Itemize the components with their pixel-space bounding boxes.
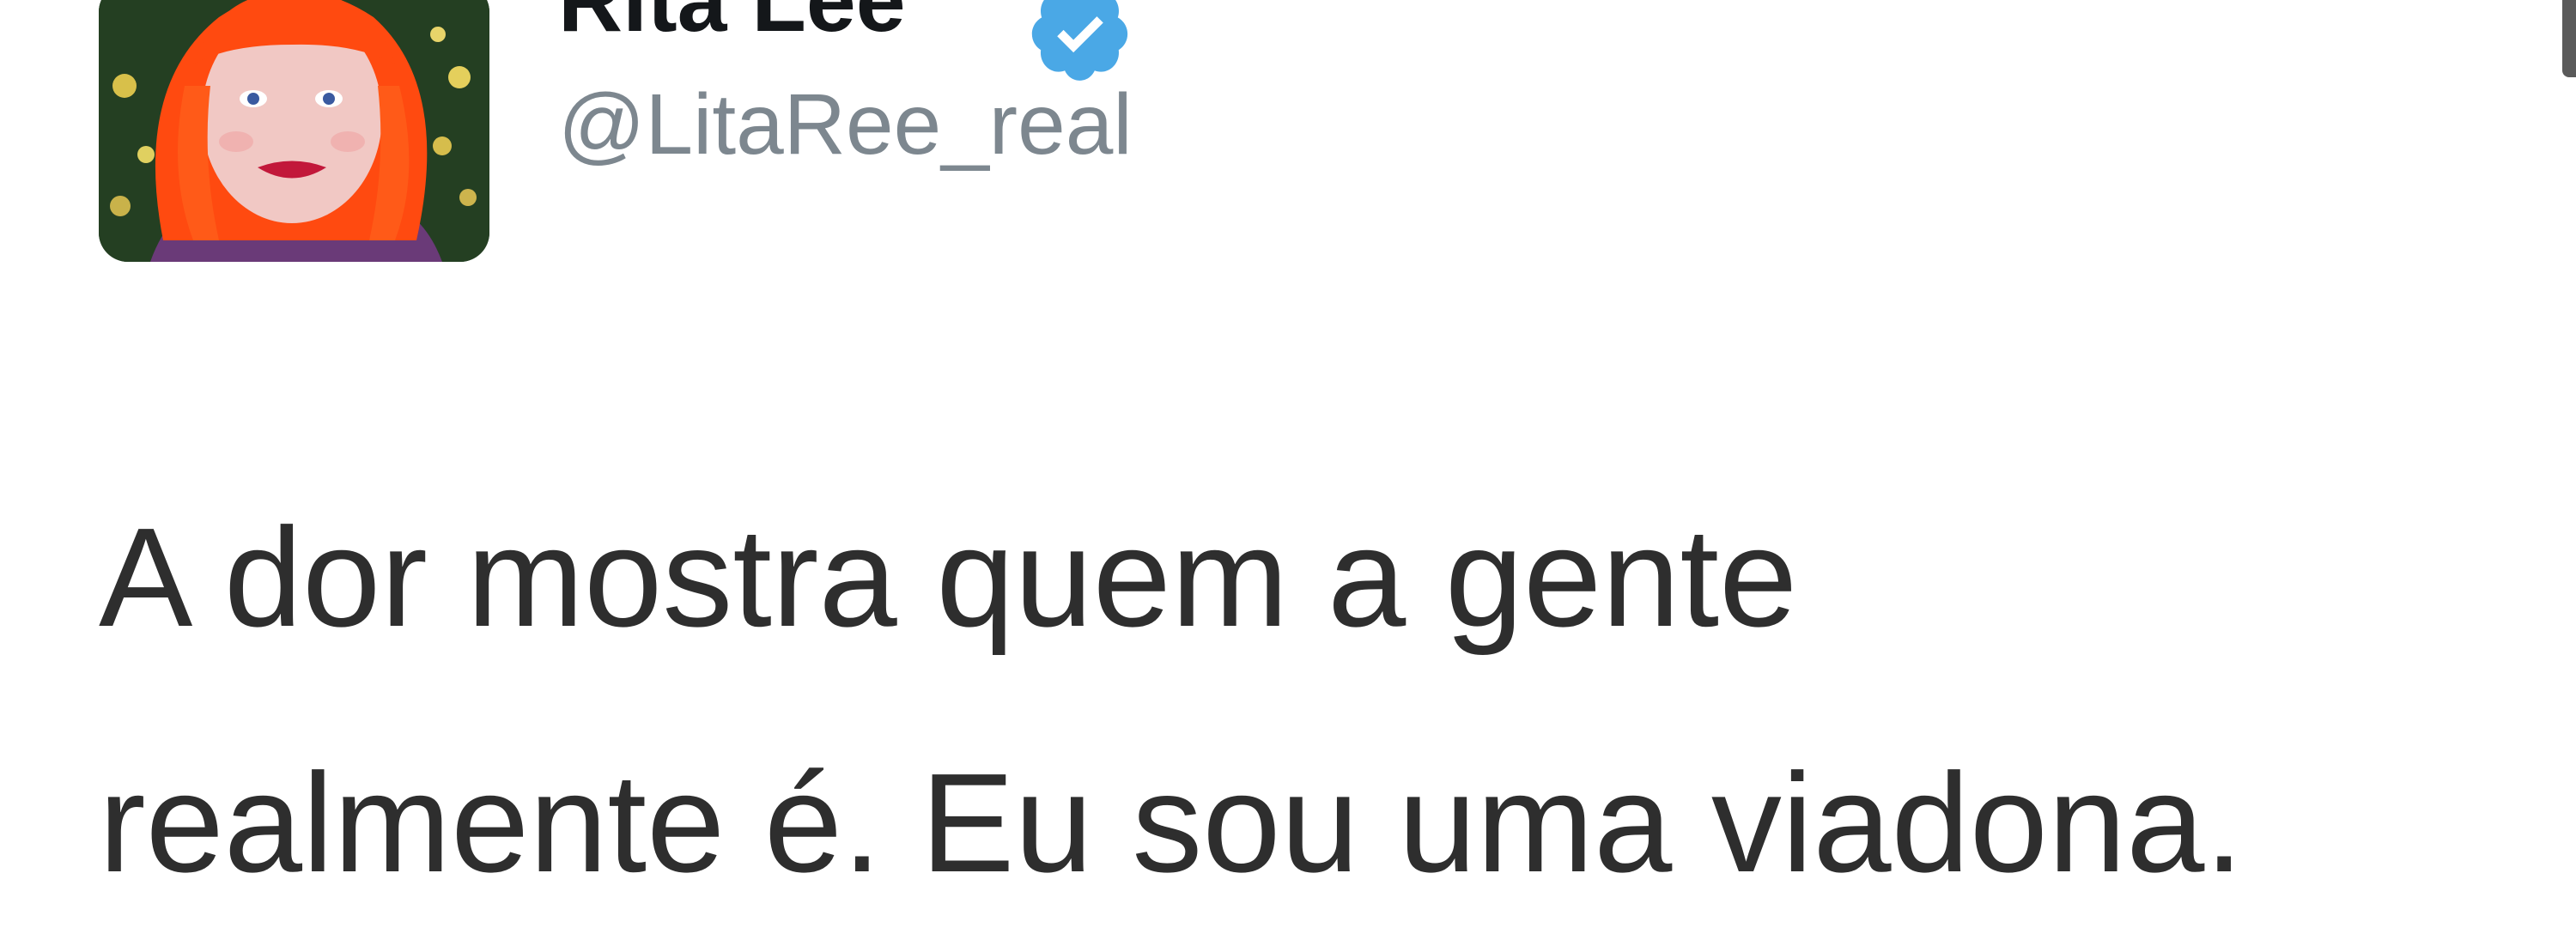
avatar-portrait-icon	[99, 0, 489, 262]
tweet-card: Rita Lee @LitaRee_real A dor mostra quem…	[0, 0, 2576, 901]
author-display-name[interactable]: Rita Lee	[558, 0, 906, 53]
tweet-body: A dor mostra quem a gente realmente é. E…	[99, 455, 2503, 946]
tweet-text-line: realmente é. Eu sou uma viadona.	[99, 744, 2244, 901]
scrollbar-thumb[interactable]	[2562, 0, 2576, 77]
author-handle[interactable]: @LitaRee_real	[558, 73, 1133, 176]
tweet-text-line: A dor mostra quem a gente	[99, 499, 1798, 656]
author-avatar[interactable]	[99, 0, 489, 262]
